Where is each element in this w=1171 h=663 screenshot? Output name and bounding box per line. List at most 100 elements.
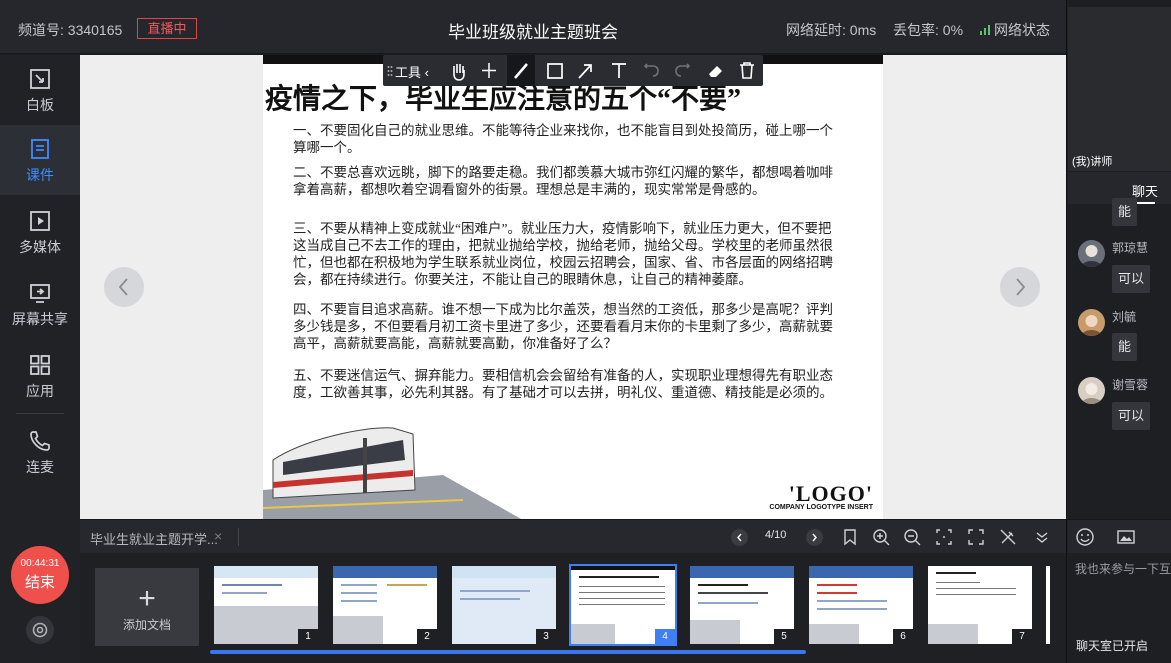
sidebar-item-co-host[interactable]: 连麦: [0, 417, 80, 487]
tools-collapse-button[interactable]: 工具 ‹: [395, 62, 429, 81]
sidebar-item-label: 白板: [26, 97, 54, 113]
sidebar-item-label: 屏幕共享: [12, 311, 68, 327]
chevron-left-icon: [737, 533, 742, 542]
thumbnail-number: 6: [893, 629, 913, 644]
sidebar-item-screen-share[interactable]: 屏幕共享: [0, 269, 80, 339]
pen-tool[interactable]: [507, 55, 535, 86]
thumbnail-number: 2: [417, 629, 437, 644]
settings-button[interactable]: [26, 616, 54, 644]
document-bar: 毕业生就业主题开学... × 4/10: [80, 519, 1066, 553]
fullscreen-button[interactable]: [966, 527, 986, 547]
network-state-button[interactable]: 网络状态: [980, 20, 1050, 40]
end-class-button[interactable]: 00:44:31 结束: [11, 546, 69, 604]
tab-label: 聊天: [1132, 184, 1159, 199]
move-tool[interactable]: [475, 55, 503, 86]
undo-button[interactable]: [637, 55, 665, 86]
class-timer: 00:44:31: [20, 558, 60, 569]
text-tool[interactable]: [605, 55, 633, 86]
pen-off-icon: [1000, 529, 1016, 545]
prev-page-button[interactable]: [731, 529, 748, 546]
avatar: [1078, 309, 1105, 336]
emoji-icon[interactable]: [1075, 527, 1095, 547]
zoom-out-button[interactable]: [902, 527, 922, 547]
chat-input[interactable]: 我也来参与一下互动: [1075, 560, 1171, 577]
page-title: 毕业班级就业主题班会: [448, 23, 618, 42]
close-document-button[interactable]: ×: [214, 528, 222, 544]
sidebar-item-label: 连麦: [26, 459, 54, 475]
notes-button[interactable]: [840, 527, 860, 547]
chevron-left-icon: [118, 278, 128, 296]
left-sidebar: 白板 课件 多媒体 屏幕共享 应用 连麦 00:44:31 结束: [0, 55, 80, 663]
zoom-in-icon: [873, 529, 890, 546]
divider: [238, 528, 239, 546]
sidebar-divider: [16, 413, 64, 414]
slide-paragraph: 一、不要固化自己的就业思维。不能等待企业来找你，也不能盲目到处投简历，碰上哪一个…: [293, 123, 833, 155]
sidebar-item-media[interactable]: 多媒体: [0, 197, 80, 267]
image-icon[interactable]: [1116, 527, 1136, 547]
media-icon: [30, 211, 50, 231]
arrow-tool[interactable]: [571, 55, 599, 86]
slide-paragraph: 四、不要盲目追求高薪。谁不想一下成为比尔盖茨，想当然的工资低，那多少是高呢？评判…: [293, 302, 833, 351]
thumbnail-number: 5: [774, 629, 794, 644]
fit-page-button[interactable]: [934, 527, 954, 547]
thumbnail-number: 7: [1012, 629, 1032, 644]
slide-thumbnail-partial[interactable]: [1046, 566, 1050, 644]
slide-thumbnail[interactable]: 5: [690, 566, 794, 644]
prev-slide-button[interactable]: [104, 267, 144, 307]
annotation-toggle-button[interactable]: [998, 527, 1018, 547]
tools-label: 工具: [395, 65, 422, 80]
slide-canvas[interactable]: 疫情之下，毕业生应注意的五个“不要” 一、不要固化自己的就业思维。不能等待企业来…: [263, 55, 883, 519]
zoom-in-button[interactable]: [871, 527, 891, 547]
network-state-label: 网络状态: [994, 22, 1050, 38]
eraser-tool[interactable]: [701, 55, 729, 86]
end-label: 结束: [24, 574, 55, 591]
teacher-video[interactable]: (我)讲师: [1068, 7, 1171, 171]
thumbnail-scrollbar[interactable]: [210, 650, 806, 654]
hand-tool[interactable]: [445, 55, 473, 86]
move-icon: [482, 63, 496, 78]
chevron-right-icon: [1016, 278, 1026, 296]
sidebar-item-label: 多媒体: [19, 239, 61, 255]
document-tab[interactable]: 毕业生就业主题开学...: [90, 529, 218, 548]
avatar: [1078, 240, 1105, 267]
clear-button[interactable]: [733, 55, 761, 86]
rectangle-tool[interactable]: [541, 55, 569, 86]
apps-icon: [30, 355, 50, 375]
fullscreen-icon: [968, 529, 984, 545]
phone-icon: [30, 431, 50, 451]
collapse-thumbnails-button[interactable]: [1032, 527, 1052, 547]
chat-sender-name: 郭琼慧: [1112, 241, 1149, 255]
eraser-icon: [709, 66, 722, 77]
user-avatar-icon: [1081, 383, 1102, 404]
signal-bars-icon: [980, 25, 991, 35]
next-slide-button[interactable]: [1000, 267, 1040, 307]
sidebar-item-label: 应用: [26, 383, 54, 399]
slide-thumbnail[interactable]: 7: [928, 566, 1032, 644]
add-document-label: 添加文档: [122, 618, 171, 632]
drag-handle-icon[interactable]: [387, 65, 393, 77]
slide-thumbnail[interactable]: 3: [452, 566, 556, 644]
slide-thumbnail[interactable]: 1: [214, 566, 318, 644]
zoom-out-icon: [904, 529, 921, 546]
redo-button[interactable]: [669, 55, 697, 86]
whiteboard-toolbar: 工具 ‹: [383, 55, 763, 86]
slide-thumbnail-selected[interactable]: 4: [569, 564, 677, 646]
add-document-button[interactable]: + 添加文档: [95, 568, 199, 646]
thumbnail-number: 4: [655, 629, 675, 644]
chat-message-bubble: 能: [1112, 333, 1138, 361]
bookmark-icon: [844, 529, 856, 546]
slide-thumbnail[interactable]: 2: [333, 566, 437, 644]
tram-illustration: [263, 427, 522, 519]
sidebar-item-whiteboard[interactable]: 白板: [0, 55, 80, 125]
thumbnail-strip: + 添加文档 1 2 3 4 5 6 7: [80, 553, 1066, 663]
slide-thumbnail[interactable]: 6: [809, 566, 913, 644]
channel-number: 频道号: 3340165: [18, 22, 123, 38]
avatar: [1078, 377, 1105, 404]
fit-icon: [936, 529, 952, 545]
next-page-button[interactable]: [806, 529, 823, 546]
right-panel: (我)讲师 聊天 能 郭琼慧 可以 刘毓 能 谢雪蓉 可以 我也来参与一下互动 …: [1066, 0, 1171, 663]
sidebar-item-apps[interactable]: 应用: [0, 341, 80, 411]
slide-paragraph: 五、不要迷信运气、摒弃能力。要相信机会会留给有准备的人，实现职业理想得先有职业态…: [293, 368, 833, 400]
thumbnail-number: 1: [298, 629, 318, 644]
sidebar-item-courseware[interactable]: 课件: [0, 125, 80, 195]
